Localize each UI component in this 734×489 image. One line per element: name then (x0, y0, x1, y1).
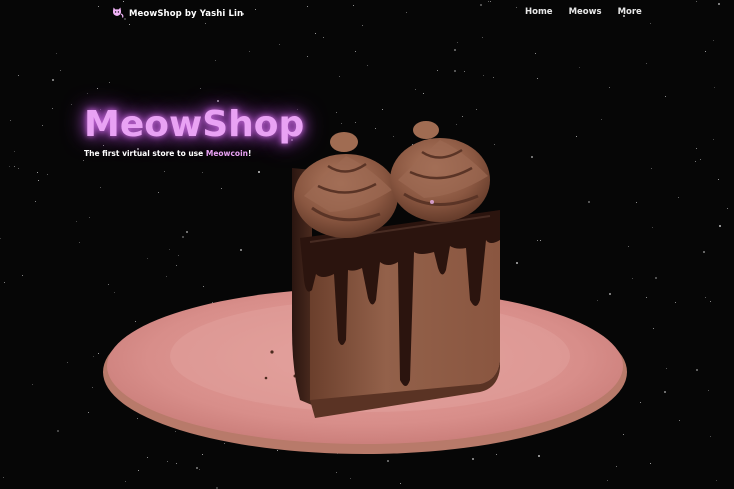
hero-subtitle-prefix: The first virtual store to use (84, 149, 206, 158)
hero-subtitle-suffix: ! (248, 149, 252, 158)
hero-title: MeowShop (84, 104, 305, 145)
meowcoin-link[interactable]: Meowcoin (206, 149, 248, 158)
cake-image (103, 121, 627, 454)
hero-subtitle: The first virtual store to use Meowcoin! (84, 149, 251, 158)
